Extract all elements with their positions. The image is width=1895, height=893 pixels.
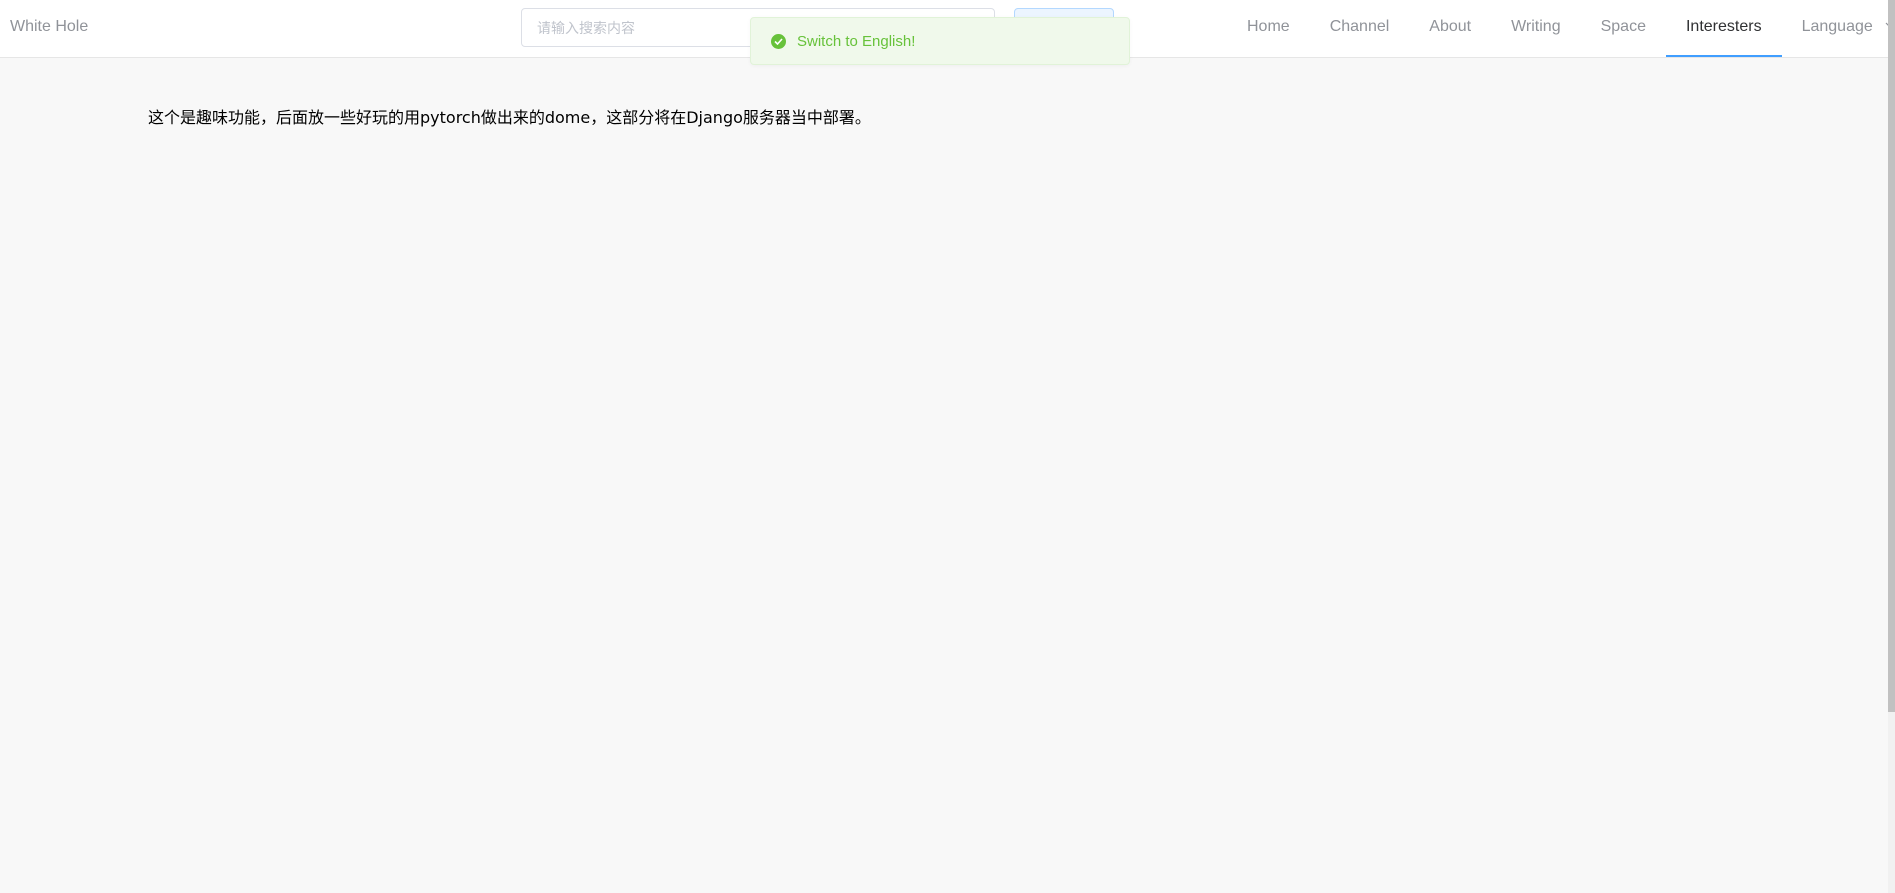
nav-item-label: Interesters (1685, 18, 1762, 35)
nav-item-space[interactable]: Space (1581, 0, 1666, 57)
scrollbar-thumb[interactable] (1888, 0, 1895, 712)
brand-logo[interactable]: White Hole (10, 0, 88, 56)
nav-item-about[interactable]: About (1409, 0, 1491, 57)
description-text: 这个是趣味功能，后面放一些好玩的用pytorch做出来的dome，这部分将在Dj… (148, 108, 871, 127)
nav-item-interesters[interactable]: Interesters (1665, 0, 1782, 57)
message-toast: Switch to English! (750, 17, 1130, 65)
main-nav: Home Channel About Writing Space Interes… (1227, 0, 1895, 57)
nav-item-writing[interactable]: Writing (1491, 0, 1581, 57)
nav-item-label: Writing (1511, 18, 1561, 35)
scrollbar-track[interactable] (1888, 0, 1895, 893)
nav-item-label: Channel (1329, 18, 1390, 35)
check-circle-icon (771, 33, 786, 49)
nav-item-language[interactable]: Language (1782, 0, 1895, 57)
nav-item-label: Language (1801, 18, 1873, 35)
toast-message: Switch to English! (797, 32, 916, 50)
nav-item-label: About (1429, 18, 1472, 35)
nav-item-label: Home (1247, 18, 1290, 35)
nav-item-channel[interactable]: Channel (1310, 0, 1410, 57)
page: White Hole Home Channel About Writing Sp… (0, 0, 1895, 893)
nav-item-label: Space (1600, 18, 1646, 35)
nav-item-home[interactable]: Home (1227, 0, 1310, 57)
